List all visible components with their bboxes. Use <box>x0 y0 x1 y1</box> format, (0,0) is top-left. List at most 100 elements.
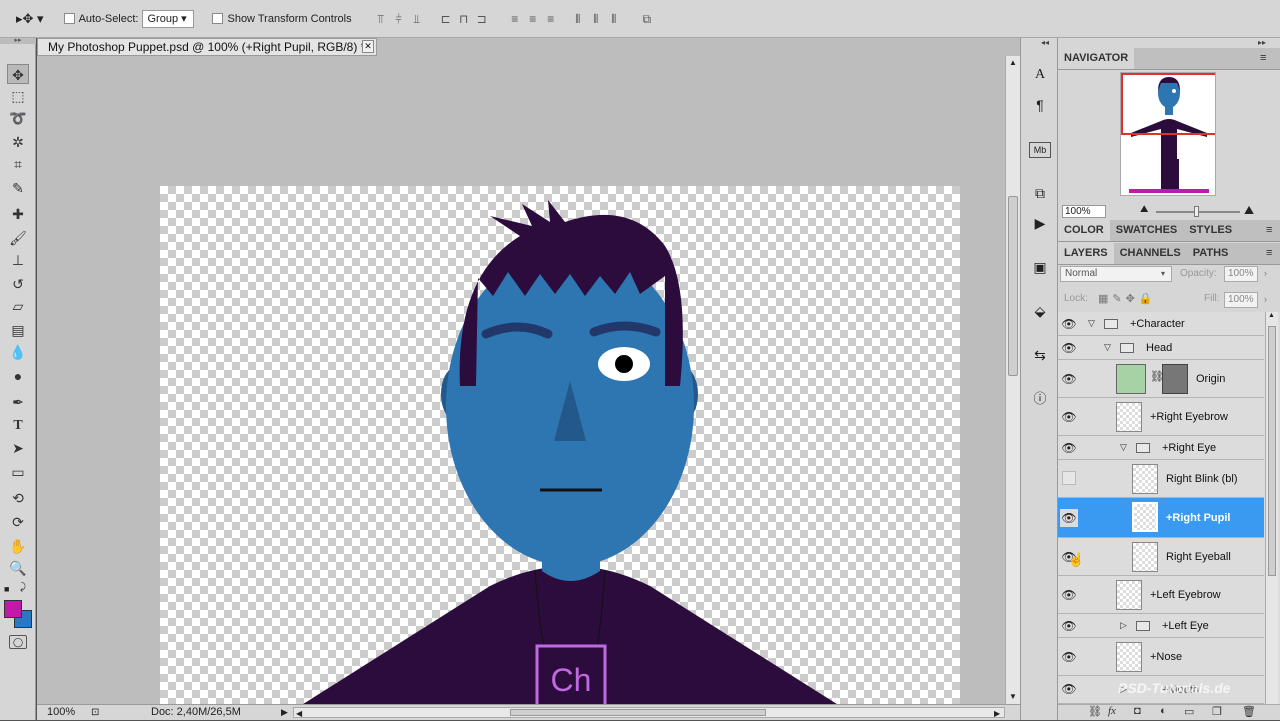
brush-presets-icon[interactable]: Mb <box>1029 142 1051 158</box>
blur-tool-icon[interactable]: 💧 <box>7 342 29 362</box>
tab-channels[interactable]: CHANNELS <box>1114 243 1187 264</box>
hand-tool-icon[interactable]: ✋ <box>7 536 29 556</box>
tab-styles[interactable]: STYLES <box>1183 220 1238 241</box>
shape-tool-icon[interactable]: ▭ <box>7 462 29 482</box>
clone-source-icon[interactable]: ⧉ <box>1029 182 1051 204</box>
move-tool-icon[interactable]: ✥ <box>7 64 29 84</box>
layers-panel-menu-icon[interactable]: ≡ <box>1266 243 1272 264</box>
marquee-tool-icon[interactable]: ⬚ <box>7 86 29 106</box>
blend-mode-dropdown[interactable]: Normal ▾ <box>1060 266 1172 282</box>
history-brush-tool-icon[interactable]: ↺ <box>7 274 29 294</box>
align-right-icon[interactable]: ⊐ <box>475 12 489 26</box>
distribute-bottom-icon[interactable]: ≡ <box>544 12 558 26</box>
tab-layers[interactable]: LAYERS <box>1058 243 1114 264</box>
gradient-tool-icon[interactable]: ▤ <box>7 320 29 340</box>
status-zoom[interactable]: 100% <box>47 705 75 720</box>
brush-tool-icon[interactable]: 🖌 <box>7 228 29 248</box>
distribute-hcenter-icon[interactable]: ⦀ <box>589 12 603 26</box>
lock-icons[interactable]: ▦✎✥🔒 <box>1098 292 1157 305</box>
tab-paths[interactable]: PATHS <box>1187 243 1235 264</box>
align-bottom-icon[interactable]: ⫫ <box>410 12 424 26</box>
document-tab[interactable]: My Photoshop Puppet.psd @ 100% (+Right P… <box>37 38 377 56</box>
align-hcenter-icon[interactable]: ⊓ <box>457 12 471 26</box>
horizontal-scrollbar[interactable]: ◀ ▶ <box>293 707 1005 718</box>
actions-panel-icon[interactable]: ▶ <box>1029 212 1051 234</box>
show-transform-checkbox[interactable] <box>212 13 227 25</box>
visibility-eye-icon[interactable]: 👁 <box>1060 648 1078 666</box>
info-panel-icon[interactable]: ⓘ <box>1029 388 1051 410</box>
masks-panel-icon[interactable]: ⇆ <box>1029 344 1051 366</box>
visibility-eye-icon[interactable]: 👁 <box>1060 586 1078 604</box>
align-vcenter-icon[interactable]: ⫩ <box>392 12 406 26</box>
zoom-out-icon[interactable]: ⛰ <box>1140 204 1148 215</box>
tab-swatches[interactable]: SWATCHES <box>1110 220 1184 241</box>
visibility-eye-icon[interactable]: 👁 <box>1060 339 1078 357</box>
status-menu-arrow-icon[interactable]: ▶ <box>281 705 288 720</box>
auto-select-checkbox[interactable] <box>63 13 79 25</box>
visibility-eye-icon[interactable]: 👁 <box>1060 370 1078 388</box>
distribute-vcenter-icon[interactable]: ≡ <box>526 12 540 26</box>
visibility-hidden-box[interactable] <box>1062 471 1076 485</box>
adjustments-panel-icon[interactable]: ▣ <box>1029 256 1051 278</box>
paragraph-panel-icon[interactable]: ¶ <box>1029 94 1051 116</box>
zoom-in-icon[interactable]: ⛰ <box>1244 203 1254 218</box>
scroll-up-icon[interactable]: ▲ <box>1006 58 1020 67</box>
visibility-eye-icon[interactable]: 👁 <box>1060 408 1078 426</box>
layer-row-nose[interactable]: 👁 +Nose <box>1058 638 1264 676</box>
auto-select-dropdown[interactable]: Group ▾ <box>142 9 195 28</box>
fill-arrow-icon[interactable]: › <box>1264 294 1267 304</box>
layer-row-head[interactable]: 👁 ▽ Head <box>1058 336 1264 360</box>
path-select-tool-icon[interactable]: ➤ <box>7 438 29 458</box>
navigator-thumbnail[interactable] <box>1120 72 1216 196</box>
eraser-tool-icon[interactable]: ▱ <box>7 296 29 316</box>
align-top-icon[interactable]: ⫪ <box>374 12 388 26</box>
adjustment-layer-icon[interactable]: ◐ <box>1160 705 1167 717</box>
crop-tool-icon[interactable]: ⌗ <box>7 154 29 174</box>
clone-stamp-tool-icon[interactable]: ⊥ <box>7 250 29 270</box>
character-panel-icon[interactable]: A <box>1029 64 1051 86</box>
visibility-eye-icon[interactable]: 👁 <box>1060 509 1078 527</box>
layer-row-right-eye[interactable]: 👁 ▽ +Right Eye <box>1058 436 1264 460</box>
layer-row-right-pupil-selected[interactable]: 👁 +Right Pupil <box>1058 498 1264 538</box>
distribute-left-icon[interactable]: ⦀ <box>571 12 585 26</box>
scroll-right-icon[interactable]: ▶ <box>994 706 1000 721</box>
visibility-eye-icon[interactable]: 👁 <box>1060 315 1078 333</box>
strip-collapse-icon[interactable]: ◂◂ <box>1041 38 1049 47</box>
layer-row-right-eyebrow[interactable]: 👁 +Right Eyebrow <box>1058 398 1264 436</box>
scroll-left-icon[interactable]: ◀ <box>296 706 302 721</box>
zoom-tool-icon[interactable]: 🔍 <box>7 558 29 578</box>
layers-scroll-thumb[interactable] <box>1268 326 1276 576</box>
navigator-zoom-input[interactable]: 100% <box>1062 205 1106 218</box>
3d-panel-icon[interactable]: ⬙ <box>1029 300 1051 322</box>
new-layer-icon[interactable]: ❐ <box>1212 705 1222 718</box>
distribute-top-icon[interactable]: ≡ <box>508 12 522 26</box>
scroll-down-icon[interactable]: ▼ <box>1006 692 1020 701</box>
quick-select-tool-icon[interactable]: ✲ <box>7 132 29 152</box>
tab-color[interactable]: COLOR <box>1058 220 1110 241</box>
pen-tool-icon[interactable]: ✒ <box>7 392 29 412</box>
healing-brush-tool-icon[interactable]: ✚ <box>7 204 29 224</box>
visibility-eye-icon[interactable]: 👁 <box>1060 439 1078 457</box>
add-mask-icon[interactable]: ◘ <box>1134 705 1141 717</box>
default-colors-icon[interactable]: ■ <box>4 584 9 594</box>
layers-scrollbar[interactable]: ▲ <box>1265 312 1278 704</box>
move-tool-preset-icon[interactable]: ▸✥ ▾ <box>16 11 44 27</box>
layers-scroll-up-icon[interactable]: ▲ <box>1268 312 1275 319</box>
expand-triangle-icon[interactable]: ▽ <box>1104 342 1111 353</box>
layer-row-right-blink[interactable]: Right Blink (bl) <box>1058 460 1264 498</box>
layer-row-origin[interactable]: 👁 ⛓ Origin <box>1058 360 1264 398</box>
status-info-icon[interactable]: ⊡ <box>91 705 99 720</box>
swap-colors-icon[interactable]: ⤸ <box>20 582 26 593</box>
opacity-arrow-icon[interactable]: › <box>1264 268 1267 278</box>
new-group-icon[interactable]: ▭ <box>1184 705 1194 718</box>
link-layers-icon[interactable]: ⛓ <box>1088 705 1102 718</box>
opacity-input[interactable]: 100% <box>1224 266 1258 282</box>
close-tab-icon[interactable]: ✕ <box>362 40 374 53</box>
tools-collapse-icon[interactable]: ▸▸ <box>0 37 36 44</box>
layer-row-left-eyebrow[interactable]: 👁 +Left Eyebrow <box>1058 576 1264 614</box>
fill-input[interactable]: 100% <box>1224 292 1258 308</box>
layer-row-character[interactable]: 👁 ▽ +Character <box>1058 312 1264 336</box>
align-left-icon[interactable]: ⊏ <box>439 12 453 26</box>
dodge-tool-icon[interactable]: ● <box>7 366 29 386</box>
navigator-view-box[interactable] <box>1121 73 1215 135</box>
